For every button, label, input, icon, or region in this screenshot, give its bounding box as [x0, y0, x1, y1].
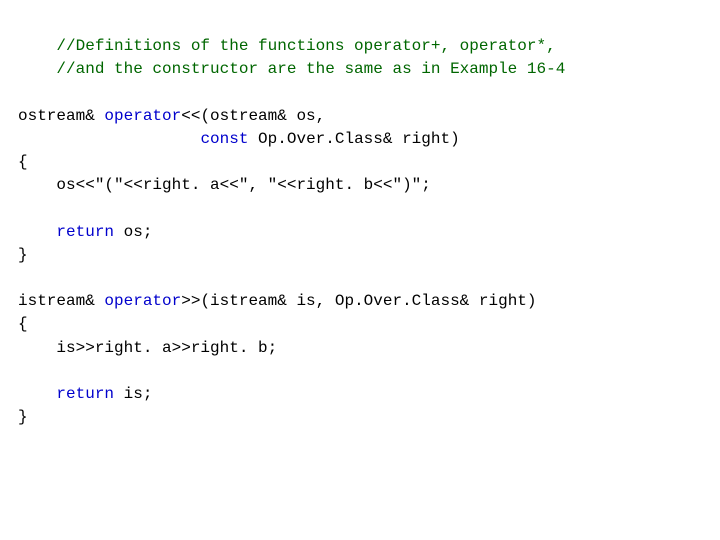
- code-line-2c: Op.Over.Class& right): [248, 130, 459, 148]
- keyword-operator-1: operator: [104, 107, 181, 125]
- code-line-1a: ostream&: [18, 107, 104, 125]
- code-line-4: os<<"("<<right. a<<", "<<right. b<<")";: [18, 176, 431, 194]
- comment-line-2: //and the constructor are the same as in…: [18, 60, 565, 78]
- keyword-operator-2: operator: [104, 292, 181, 310]
- code-line-9: is>>right. a>>right. b;: [18, 339, 277, 357]
- code-line-5c: os;: [114, 223, 152, 241]
- code-line-1c: <<(ostream& os,: [181, 107, 325, 125]
- code-line-7c: >>(istream& is, Op.Over.Class& right): [181, 292, 536, 310]
- code-line-6: }: [18, 246, 28, 264]
- code-line-7a: istream&: [18, 292, 104, 310]
- comment-line-1: //Definitions of the functions operator+…: [18, 37, 556, 55]
- code-line-10a: [18, 385, 56, 403]
- keyword-return-1: return: [56, 223, 114, 241]
- keyword-const: const: [200, 130, 248, 148]
- code-line-11: }: [18, 408, 28, 426]
- code-line-2a: [18, 130, 200, 148]
- code-line-3: {: [18, 153, 28, 171]
- code-line-8: {: [18, 315, 28, 333]
- keyword-return-2: return: [56, 385, 114, 403]
- code-line-5a: [18, 223, 56, 241]
- code-line-10c: is;: [114, 385, 152, 403]
